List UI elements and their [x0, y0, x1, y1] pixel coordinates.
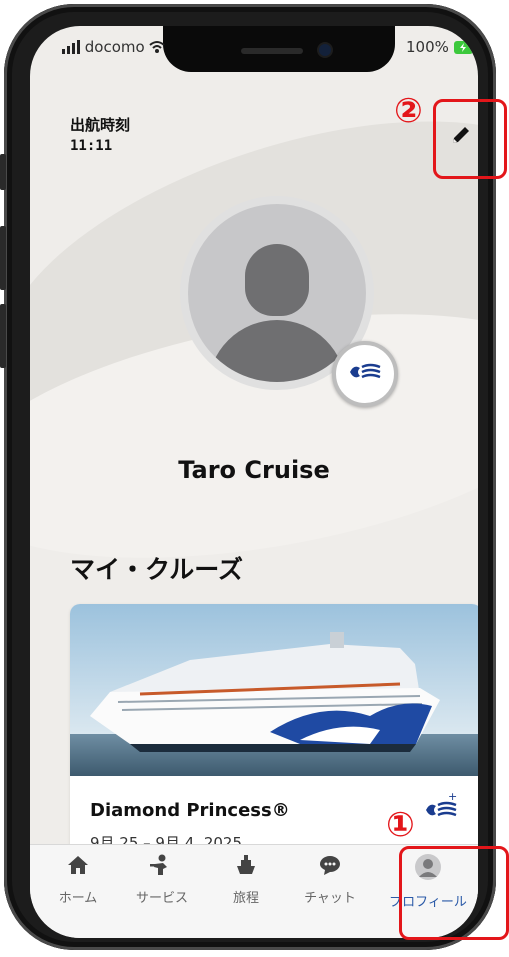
status-carrier: docomo — [62, 38, 166, 58]
signal-icon — [62, 40, 80, 58]
tab-service[interactable]: サービス — [122, 853, 202, 906]
app-screen: docomo 100% 出航時刻 11:11 Taro Cruise マイ・クル… — [30, 26, 478, 938]
tab-label: 旅程 — [232, 891, 259, 906]
ship-icon — [234, 855, 258, 881]
svg-text:+: + — [448, 792, 457, 803]
princess-logo-icon — [348, 362, 382, 386]
tab-label: ホーム — [58, 891, 98, 906]
volume-down-button — [0, 304, 6, 368]
profile-name: Taro Cruise — [178, 456, 330, 484]
ship-name: Diamond Princess® — [90, 800, 290, 821]
carrier-label: docomo — [84, 38, 145, 56]
avatar-head — [245, 244, 309, 316]
chat-icon — [318, 856, 342, 881]
wifi-icon — [149, 40, 166, 58]
camera — [319, 44, 331, 56]
departure-time: 11:11 — [70, 138, 113, 154]
highlight-edit-button — [433, 99, 507, 179]
battery-icon — [453, 40, 476, 58]
tab-home[interactable]: ホーム — [38, 853, 118, 906]
princess-logo-icon: + — [424, 790, 460, 826]
tab-chat[interactable]: チャット — [290, 853, 370, 906]
highlight-profile-tab — [399, 846, 509, 940]
tab-label: サービス — [135, 891, 188, 906]
departure-label: 出航時刻 — [70, 116, 131, 134]
annotation-marker-1: ① — [386, 805, 415, 845]
home-icon — [66, 856, 90, 881]
phone-frame: docomo 100% 出航時刻 11:11 Taro Cruise マイ・クル… — [0, 4, 496, 950]
my-cruises-title: マイ・クルーズ — [70, 555, 244, 584]
notch — [163, 26, 395, 72]
status-battery: 100% — [406, 38, 476, 58]
cruise-badge — [332, 341, 398, 407]
volume-up-button — [0, 226, 6, 290]
avatar-body — [208, 320, 346, 382]
tab-label: チャット — [304, 891, 356, 906]
ship-image — [70, 604, 478, 776]
annotation-marker-2: ② — [394, 91, 423, 131]
speaker — [241, 48, 303, 54]
silent-switch — [0, 154, 6, 190]
battery-label: 100% — [406, 38, 449, 56]
service-icon — [149, 854, 175, 881]
tab-itinerary[interactable]: 旅程 — [206, 853, 286, 906]
